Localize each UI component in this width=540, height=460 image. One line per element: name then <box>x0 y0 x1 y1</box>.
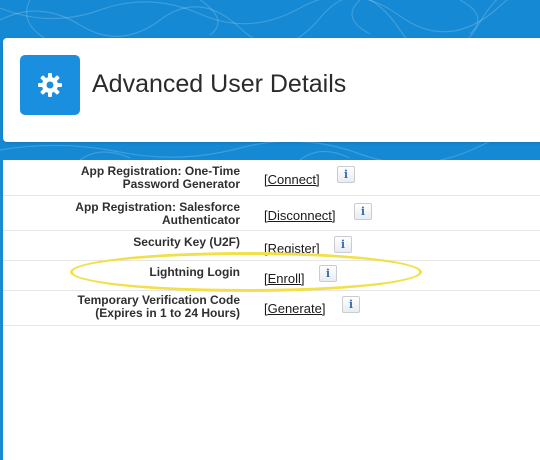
info-icon[interactable]: i <box>342 296 360 313</box>
page-title: Advanced User Details <box>92 70 347 98</box>
gear-icon <box>20 55 80 115</box>
row-label: App Registration: One-Time Password Gene… <box>80 164 240 191</box>
info-icon[interactable]: i <box>354 203 372 220</box>
row-label: App Registration: Salesforce Authenticat… <box>75 200 240 227</box>
connect-link[interactable]: [Connect] <box>264 172 320 187</box>
highlight-ellipse <box>70 252 422 292</box>
info-icon[interactable]: i <box>334 236 352 253</box>
info-icon[interactable]: i <box>337 166 355 183</box>
row-label: Temporary Verification Code (Expires in … <box>77 293 241 320</box>
disconnect-link[interactable]: [Disconnect] <box>264 208 336 223</box>
generate-link[interactable]: [Generate] <box>264 301 325 316</box>
row-label: Security Key (U2F) <box>133 235 240 249</box>
